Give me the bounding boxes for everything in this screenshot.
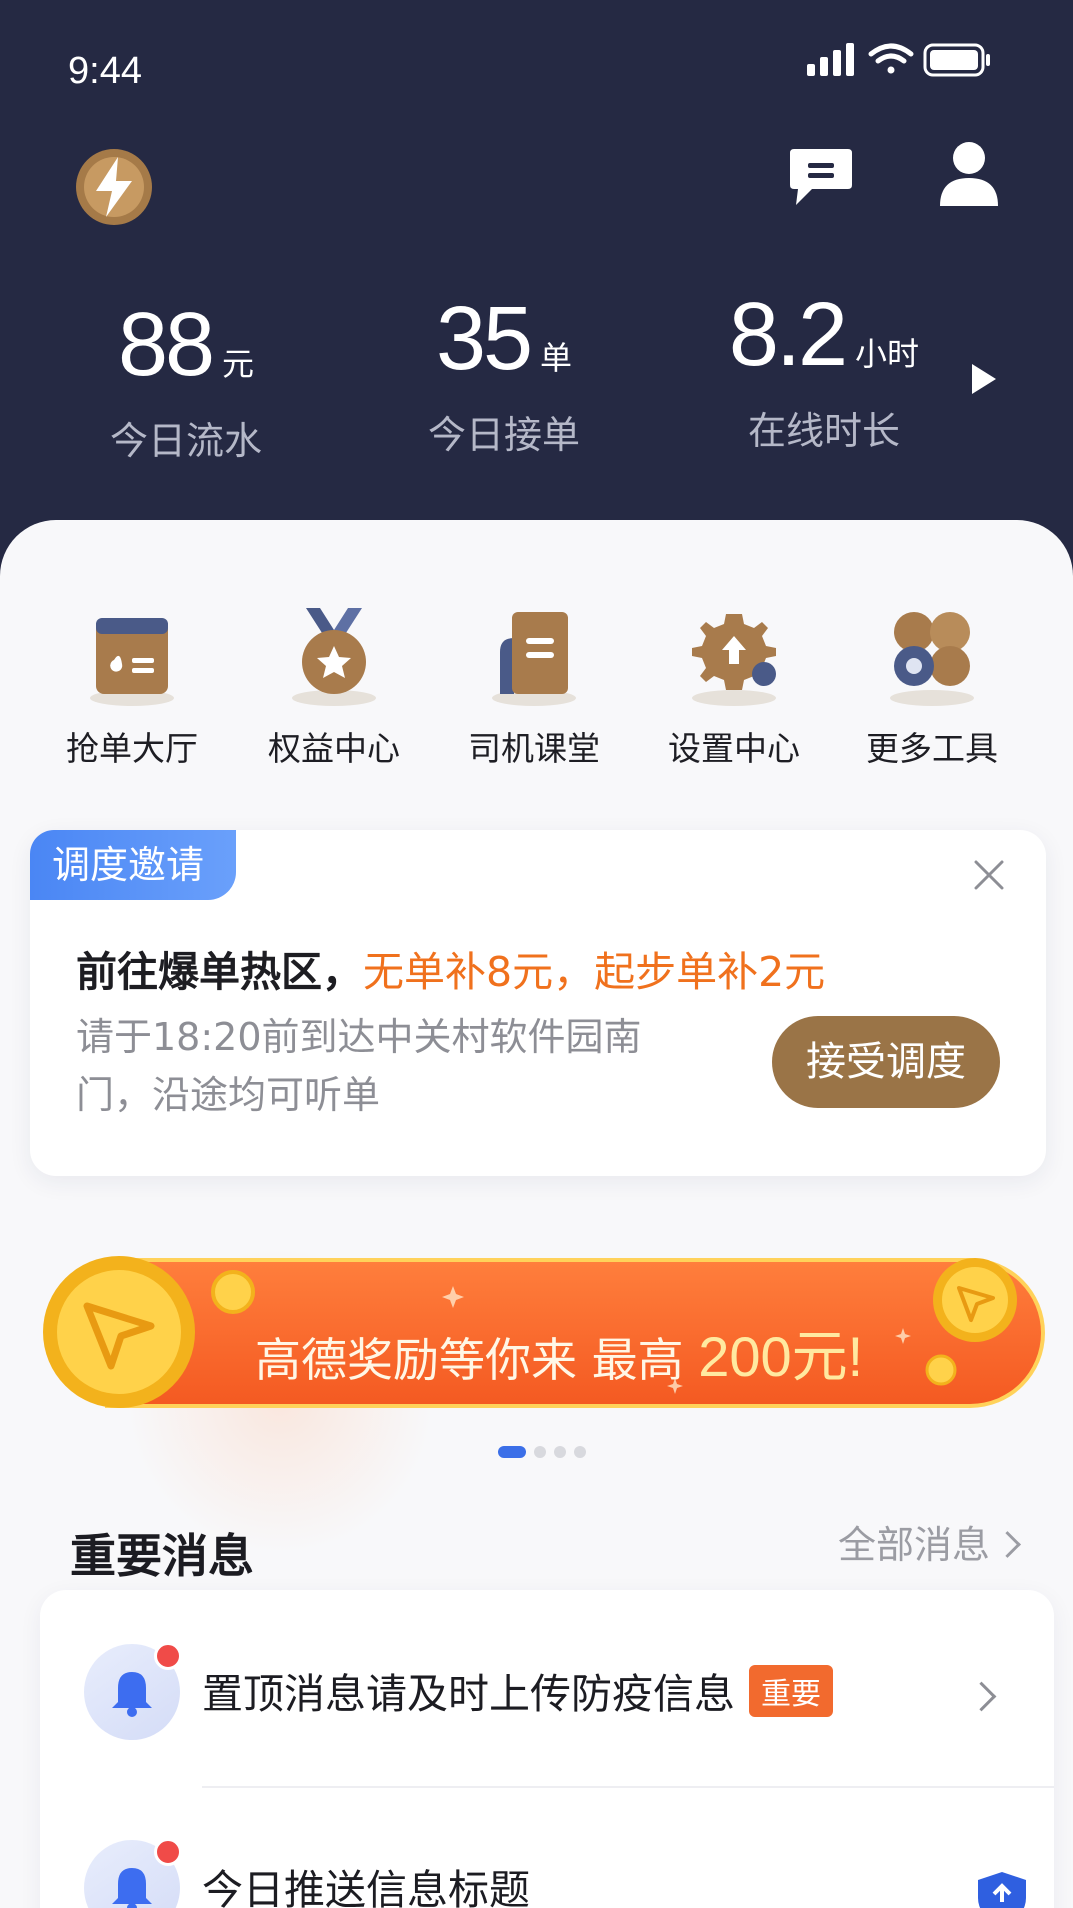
wallet-icon	[82, 600, 182, 710]
message-list: 置顶消息请及时上传防疫信息 重要 今日推送信息标题	[40, 1590, 1054, 1908]
tool-grid: 抢单大厅 权益中心 司机课堂 设置中心 更多工具	[0, 600, 1073, 780]
play-arrow-icon	[972, 364, 996, 394]
tool-label: 权益中心	[268, 729, 400, 768]
close-icon	[974, 860, 1004, 890]
all-messages-link[interactable]: 全部消息	[838, 1514, 1021, 1569]
tool-order-hall[interactable]: 抢单大厅	[42, 600, 222, 770]
banner-amount: 200元!	[698, 1325, 864, 1388]
stat-value: 8.2	[728, 285, 848, 385]
banner-label: 高德奖励等你来 最高	[255, 1333, 684, 1387]
stat-daily-orders: 35 单 今日接单	[364, 294, 644, 459]
unread-dot	[154, 1838, 182, 1866]
stat-unit: 单	[540, 339, 573, 377]
medal-icon	[284, 600, 384, 710]
stat-label: 今日接单	[427, 413, 580, 457]
profile-button[interactable]	[938, 140, 1000, 208]
stat-value: 35	[435, 289, 533, 389]
battery-icon	[923, 43, 990, 77]
dispatch-invite-card: 调度邀请 前往爆单热区，无单补8元，起步单补2元 请于18:20前到达中关村软件…	[30, 830, 1046, 1176]
gear-icon	[684, 600, 784, 710]
tool-label: 设置中心	[668, 729, 800, 768]
dispatch-title-highlight: 无单补8元，起步单补2元	[363, 948, 826, 996]
status-time: 9:44	[68, 50, 142, 92]
banner-text: 高德奖励等你来 最高 200元!	[255, 1312, 863, 1393]
message-title: 置顶消息请及时上传防疫信息	[202, 1670, 735, 1718]
banner-pagination	[498, 1446, 598, 1458]
book-icon	[484, 600, 584, 710]
message-text: 置顶消息请及时上传防疫信息 重要	[202, 1660, 833, 1721]
all-messages-label: 全部消息	[838, 1523, 991, 1567]
stat-label: 今日流水	[109, 419, 262, 463]
wifi-icon	[868, 43, 914, 74]
chevron-right-icon	[994, 1531, 1021, 1558]
chat-bubble-icon	[790, 149, 852, 205]
stat-daily-revenue: 88 元 今日流水	[46, 300, 326, 465]
message-text: 今日推送信息标题	[202, 1856, 530, 1908]
dispatch-title-prefix: 前往爆单热区，	[76, 948, 363, 996]
message-title: 今日推送信息标题	[202, 1866, 530, 1908]
stat-online-hours: 8.2 小时 在线时长	[684, 290, 964, 455]
dispatch-description: 请于18:20前到达中关村软件园南门，沿途均可听单	[76, 1015, 642, 1117]
stat-unit: 元	[222, 345, 255, 383]
pagination-dot[interactable]	[574, 1446, 586, 1458]
tool-label: 更多工具	[866, 729, 998, 768]
important-badge: 重要	[749, 1665, 833, 1717]
section-title-messages: 重要消息	[70, 1529, 254, 1583]
stat-label: 在线时长	[747, 409, 900, 453]
pagination-dot-active[interactable]	[498, 1446, 526, 1458]
message-item[interactable]: 置顶消息请及时上传防疫信息 重要	[40, 1590, 1054, 1788]
stat-unit: 小时	[855, 335, 920, 373]
chevron-right-icon	[966, 1681, 997, 1712]
tool-label: 司机课堂	[468, 729, 600, 768]
app-screen: 9:44 88 元 今日流水 35 单 今日接单 8.2 小时 在线时长 抢单大…	[0, 0, 1073, 1908]
tool-benefits-center[interactable]: 权益中心	[244, 600, 424, 770]
chat-button[interactable]	[786, 145, 856, 209]
stat-value: 88	[117, 295, 215, 395]
close-button[interactable]	[972, 858, 1006, 892]
stats-more-button[interactable]	[968, 362, 1000, 396]
pagination-dot[interactable]	[554, 1446, 566, 1458]
tool-more-tools[interactable]: 更多工具	[842, 600, 1022, 770]
signal-icon	[807, 43, 854, 76]
message-item[interactable]: 今日推送信息标题	[40, 1786, 1054, 1908]
accept-dispatch-button[interactable]: 接受调度	[772, 1016, 1000, 1108]
reward-banner[interactable]: 高德奖励等你来 最高 200元!	[35, 1248, 1045, 1416]
tool-label: 抢单大厅	[66, 729, 198, 768]
lightning-logo-icon	[74, 147, 154, 227]
dispatch-title: 前往爆单热区，无单补8元，起步单补2元	[76, 938, 825, 998]
dispatch-tag: 调度邀请	[30, 830, 237, 900]
pagination-dot[interactable]	[534, 1446, 546, 1458]
shield-icon[interactable]	[972, 1868, 1032, 1908]
more-tools-icon	[882, 600, 982, 710]
user-icon	[940, 142, 998, 206]
unread-dot	[154, 1642, 182, 1670]
status-icons	[807, 40, 1007, 80]
tool-settings-center[interactable]: 设置中心	[644, 600, 824, 770]
tool-driver-class[interactable]: 司机课堂	[444, 600, 624, 770]
